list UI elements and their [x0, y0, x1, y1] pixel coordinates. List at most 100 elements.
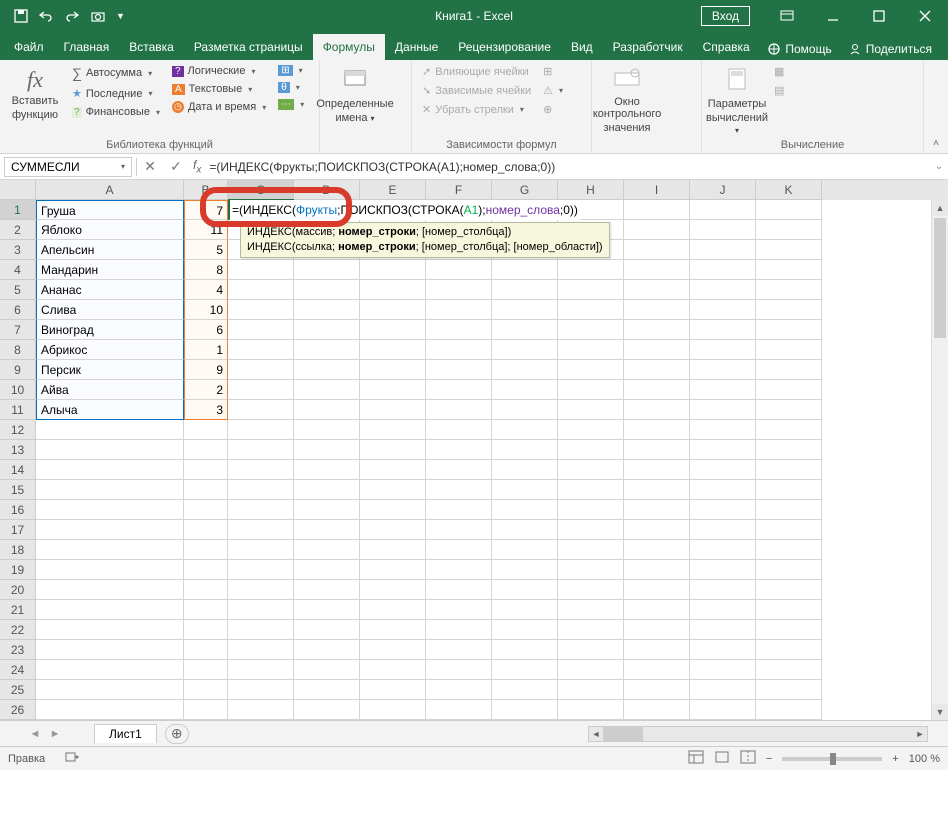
cell[interactable]	[624, 420, 690, 440]
cell[interactable]	[294, 440, 360, 460]
select-all[interactable]	[0, 180, 36, 200]
cell[interactable]	[624, 320, 690, 340]
cell[interactable]	[360, 520, 426, 540]
cell[interactable]	[294, 620, 360, 640]
cell[interactable]	[184, 440, 228, 460]
row-header[interactable]: 8	[0, 340, 36, 360]
cell[interactable]	[492, 480, 558, 500]
cell[interactable]	[492, 280, 558, 300]
cell[interactable]	[690, 220, 756, 240]
cell[interactable]: 8	[184, 260, 228, 280]
cell[interactable]	[228, 380, 294, 400]
cell[interactable]	[36, 500, 184, 520]
cell[interactable]	[690, 380, 756, 400]
cell[interactable]	[184, 600, 228, 620]
cell[interactable]	[624, 660, 690, 680]
row-header[interactable]: 9	[0, 360, 36, 380]
formula-input[interactable]: =(ИНДЕКС(Фрукты;ПОИСКПОЗ(СТРОКА(A1);номе…	[205, 160, 930, 174]
tab-home[interactable]: Главная	[54, 34, 120, 60]
cell[interactable]	[756, 520, 822, 540]
col-header[interactable]: K	[756, 180, 822, 200]
cell[interactable]: Яблоко	[36, 220, 184, 240]
cell[interactable]	[558, 280, 624, 300]
cell[interactable]	[492, 300, 558, 320]
cell[interactable]	[492, 460, 558, 480]
tab-insert[interactable]: Вставка	[119, 34, 184, 60]
cell[interactable]	[36, 520, 184, 540]
cell[interactable]	[690, 420, 756, 440]
cell[interactable]	[690, 560, 756, 580]
cell[interactable]	[426, 540, 492, 560]
col-header[interactable]: B	[184, 180, 228, 200]
cell[interactable]	[294, 320, 360, 340]
cell[interactable]	[426, 700, 492, 720]
cell[interactable]	[228, 420, 294, 440]
cell[interactable]	[184, 640, 228, 660]
cell[interactable]	[360, 560, 426, 580]
vertical-scrollbar[interactable]: ▲▼	[931, 200, 948, 720]
cell[interactable]: 1	[184, 340, 228, 360]
cell[interactable]	[558, 600, 624, 620]
cell[interactable]	[492, 660, 558, 680]
cell[interactable]	[426, 500, 492, 520]
col-header[interactable]: D	[294, 180, 360, 200]
row-header[interactable]: 22	[0, 620, 36, 640]
cell[interactable]	[184, 500, 228, 520]
tab-formulas[interactable]: Формулы	[313, 34, 385, 60]
cell[interactable]	[36, 560, 184, 580]
cell[interactable]	[360, 280, 426, 300]
cell[interactable]	[426, 460, 492, 480]
cell[interactable]: 5	[184, 240, 228, 260]
cell[interactable]	[624, 620, 690, 640]
qat-customize-icon[interactable]: ▼	[116, 11, 125, 21]
row-header[interactable]: 24	[0, 660, 36, 680]
more-fn-button[interactable]: ⋯▾	[274, 97, 308, 112]
cell[interactable]	[294, 660, 360, 680]
row-header[interactable]: 3	[0, 240, 36, 260]
cell[interactable]	[756, 240, 822, 260]
col-header[interactable]: H	[558, 180, 624, 200]
cell[interactable]	[558, 440, 624, 460]
cell[interactable]	[228, 600, 294, 620]
cell[interactable]	[228, 400, 294, 420]
cell[interactable]	[426, 580, 492, 600]
cell[interactable]	[690, 620, 756, 640]
cell[interactable]	[558, 620, 624, 640]
cell[interactable]	[360, 500, 426, 520]
cell[interactable]	[624, 360, 690, 380]
row-header[interactable]: 1	[0, 200, 36, 220]
cell[interactable]	[756, 480, 822, 500]
cell[interactable]	[360, 460, 426, 480]
row-header[interactable]: 6	[0, 300, 36, 320]
col-header[interactable]: I	[624, 180, 690, 200]
cell[interactable]	[756, 640, 822, 660]
cell[interactable]	[624, 340, 690, 360]
cell[interactable]	[228, 320, 294, 340]
cell[interactable]	[558, 480, 624, 500]
cell[interactable]	[36, 480, 184, 500]
cell[interactable]	[690, 440, 756, 460]
cell[interactable]	[228, 580, 294, 600]
cell[interactable]	[228, 460, 294, 480]
cell[interactable]	[294, 380, 360, 400]
row-header[interactable]: 20	[0, 580, 36, 600]
cell[interactable]	[492, 320, 558, 340]
cell[interactable]	[426, 440, 492, 460]
cell[interactable]	[756, 260, 822, 280]
cell[interactable]	[294, 580, 360, 600]
cell[interactable]	[558, 540, 624, 560]
cell[interactable]	[36, 620, 184, 640]
cell[interactable]	[624, 560, 690, 580]
cell[interactable]	[492, 680, 558, 700]
row-header[interactable]: 4	[0, 260, 36, 280]
cell[interactable]	[294, 600, 360, 620]
cell[interactable]	[690, 460, 756, 480]
cell[interactable]	[690, 580, 756, 600]
cell[interactable]	[624, 600, 690, 620]
cell[interactable]	[184, 580, 228, 600]
cell[interactable]	[184, 620, 228, 640]
cell[interactable]	[690, 660, 756, 680]
cell[interactable]	[360, 680, 426, 700]
cell[interactable]	[756, 680, 822, 700]
cell[interactable]	[558, 400, 624, 420]
